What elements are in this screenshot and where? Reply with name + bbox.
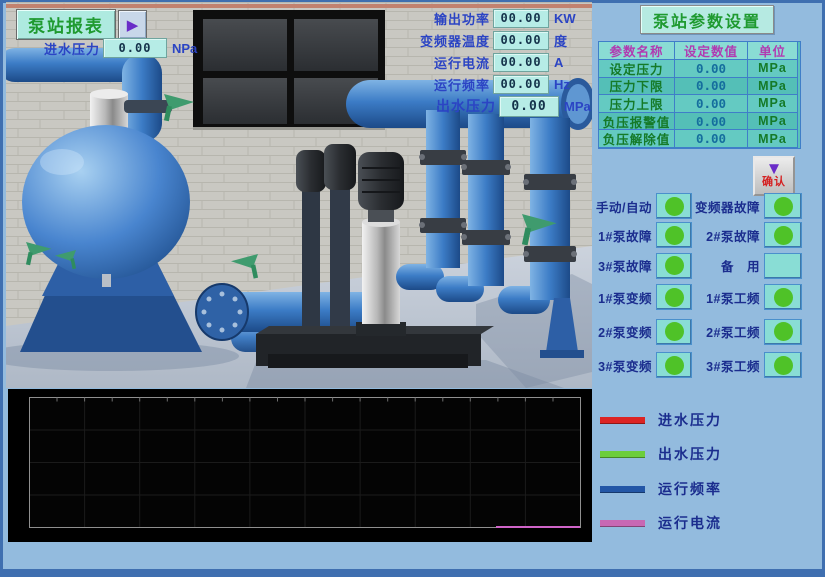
- param-name: 负压报警值: [599, 113, 675, 131]
- indicator-label-manual-auto: 手动/自动: [592, 197, 656, 216]
- param-setpoint-field[interactable]: 0.00: [675, 60, 748, 78]
- indicator-label-pump2-mains: 2#泵工频: [692, 322, 764, 341]
- report-button[interactable]: 泵站报表: [16, 9, 116, 40]
- trend-chart-plot: [8, 389, 592, 542]
- legend-swatch: [600, 417, 645, 424]
- indicator-lamp-pump1-fault: [656, 222, 692, 248]
- param-name: 压力上限: [599, 95, 675, 113]
- inlet-pressure-unit: NPa: [172, 41, 197, 56]
- indicator-label-pump2-vfd: 2#泵变频: [592, 322, 656, 341]
- pump-3: [356, 152, 406, 336]
- legend-label: 运行频率: [658, 479, 722, 499]
- inverter-temp-label: 变频器温度: [398, 31, 490, 50]
- wall-top-trim: [6, 4, 592, 8]
- indicator-label-pump1-vfd: 1#泵变频: [592, 288, 656, 307]
- run-frequency-label: 运行频率: [398, 75, 490, 94]
- play-icon: ▶: [127, 16, 139, 34]
- indicator-lamp-pump2-fault: [764, 222, 802, 248]
- outlet-pressure-unit: MPa: [564, 99, 591, 114]
- indicator-lamp-pump3-fault: [656, 253, 692, 279]
- output-power-value: 00.00: [493, 9, 549, 28]
- legend-label: 运行电流: [658, 513, 722, 533]
- output-power-readout: 输出功率 00.00 KW: [398, 9, 576, 27]
- status-indicator-grid: 手动/自动 变频器故障 1#泵故障 2#泵故障 3#泵故障 备 用 1#泵变频 …: [592, 192, 804, 380]
- inverter-temp-readout: 变频器温度 00.00 度: [398, 31, 567, 49]
- run-frequency-unit: Hz: [554, 77, 570, 92]
- legend-label: 出水压力: [658, 444, 722, 464]
- indicator-lamp-pump2-vfd: [656, 319, 692, 345]
- trend-chart: [8, 389, 592, 542]
- col-header-value: 设定数值: [675, 42, 748, 60]
- param-name: 压力下限: [599, 78, 675, 96]
- indicator-lamp-pump2-mains: [764, 319, 802, 345]
- indicator-label-pump3-mains: 3#泵工频: [692, 356, 764, 375]
- indicator-lamp-pump1-mains: [764, 284, 802, 310]
- param-name: 设定压力: [599, 60, 675, 78]
- inverter-temp-value: 00.00: [493, 31, 549, 50]
- legend-item-inlet-pressure: 进水压力: [600, 411, 722, 429]
- param-setpoint-field[interactable]: 0.00: [675, 130, 748, 148]
- confirm-button[interactable]: ▼ 确认: [753, 156, 795, 196]
- pump-station-hmi-screen: 泵站报表 ▶ 进水压力 0.00 NPa 输出功率 00.00 KW 变频器温度…: [0, 0, 825, 577]
- indicator-lamp-pump3-vfd: [656, 352, 692, 378]
- param-setpoint-field[interactable]: 0.00: [675, 95, 748, 113]
- indicator-lamp-pump3-mains: [764, 352, 802, 378]
- legend-item-run-frequency: 运行频率: [600, 480, 722, 498]
- indicator-lamp-manual-auto: [656, 193, 692, 219]
- run-current-value: 00.00: [493, 53, 549, 72]
- indicator-label-pump3-fault: 3#泵故障: [592, 256, 656, 275]
- param-setpoint-field[interactable]: 0.00: [675, 78, 748, 96]
- legend-item-outlet-pressure: 出水压力: [600, 445, 722, 463]
- param-name: 负压解除值: [599, 130, 675, 148]
- outlet-pressure-label: 出水压力: [420, 96, 496, 116]
- output-power-unit: KW: [554, 11, 576, 26]
- col-header-unit: 单位: [748, 42, 798, 60]
- run-current-unit: A: [554, 55, 563, 70]
- outlet-pressure-readout: 出水压力 0.00 MPa: [420, 97, 591, 115]
- inlet-pressure-value: 0.00: [103, 38, 167, 58]
- param-unit: MPa: [748, 113, 798, 131]
- inlet-pressure-label: 进水压力: [10, 39, 100, 58]
- indicator-label-spare: 备 用: [692, 256, 764, 275]
- indicator-label-pump2-fault: 2#泵故障: [692, 226, 764, 245]
- indicator-label-pump3-vfd: 3#泵变频: [592, 356, 656, 375]
- indicator-label-pump1-fault: 1#泵故障: [592, 226, 656, 245]
- run-frequency-readout: 运行频率 00.00 Hz: [398, 75, 570, 93]
- report-button-group: 泵站报表 ▶: [16, 9, 147, 40]
- legend-swatch: [600, 486, 645, 493]
- tank-top-pipe: [124, 100, 172, 113]
- param-unit: MPa: [748, 78, 798, 96]
- indicator-lamp-vfd-fault: [764, 193, 802, 219]
- indicator-label-vfd-fault: 变频器故障: [692, 197, 764, 216]
- legend-swatch: [600, 520, 645, 527]
- indicator-lamp-pump1-vfd: [656, 284, 692, 310]
- output-power-label: 输出功率: [398, 9, 490, 28]
- inlet-pressure-readout: 进水压力 0.00 NPa: [10, 39, 197, 57]
- param-unit: MPa: [748, 130, 798, 148]
- legend-swatch: [600, 451, 645, 458]
- confirm-button-label: 确认: [762, 173, 786, 189]
- run-current-readout: 运行电流 00.00 A: [398, 53, 563, 71]
- legend-label: 进水压力: [658, 410, 722, 430]
- parameter-table: 参数名称 设定数值 单位 设定压力 0.00 MPa 压力下限 0.00 MPa…: [598, 41, 801, 149]
- settings-panel-title: 泵站参数设置: [640, 5, 774, 34]
- run-frequency-value: 00.00: [493, 75, 549, 94]
- outlet-pressure-value: 0.00: [499, 96, 559, 117]
- param-unit: MPa: [748, 95, 798, 113]
- indicator-label-pump1-mains: 1#泵工频: [692, 288, 764, 307]
- indicator-lamp-spare: [764, 253, 802, 279]
- legend-item-run-current: 运行电流: [600, 514, 722, 532]
- col-header-name: 参数名称: [599, 42, 675, 60]
- param-setpoint-field[interactable]: 0.00: [675, 113, 748, 131]
- report-button-label: 泵站报表: [28, 12, 104, 37]
- param-unit: MPa: [748, 60, 798, 78]
- inverter-temp-unit: 度: [554, 31, 567, 50]
- report-open-button[interactable]: ▶: [118, 10, 147, 39]
- run-current-label: 运行电流: [398, 53, 490, 72]
